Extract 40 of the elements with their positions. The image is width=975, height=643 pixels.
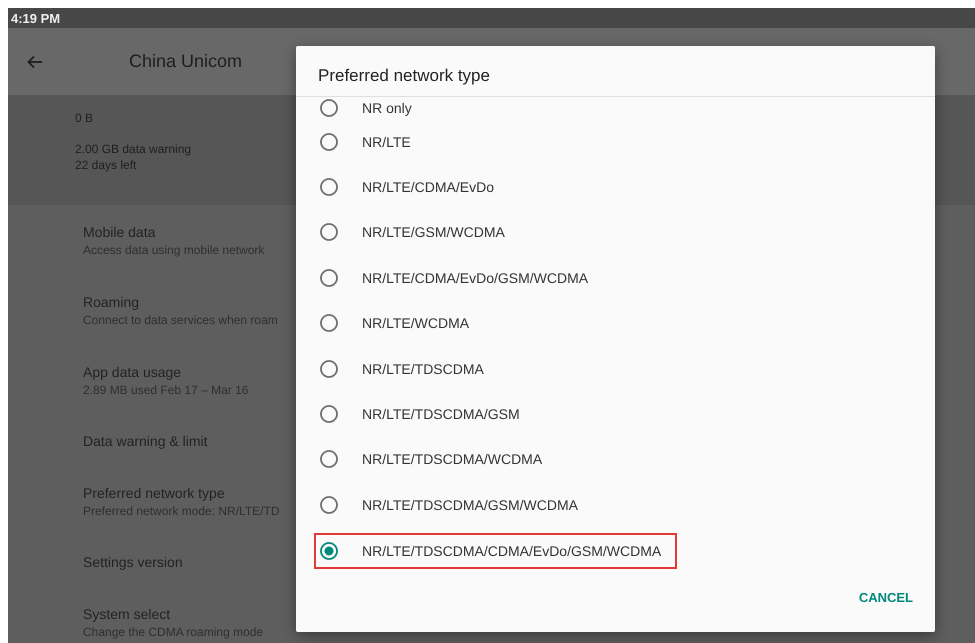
option-label: NR/LTE (362, 134, 411, 150)
network-option[interactable]: NR/LTE/TDSCDMA/GSM (314, 391, 536, 437)
radio-icon[interactable] (320, 223, 338, 242)
usage-amount: 0 B (75, 111, 94, 125)
option-label: NR/LTE/TDSCDMA/CDMA/EvDo/GSM/WCDMA (362, 542, 662, 559)
option-label: NR/LTE/TDSCDMA/GSM/WCDMA (362, 496, 578, 513)
radio-icon[interactable] (320, 360, 338, 378)
status-time: 4:19 PM (11, 10, 60, 26)
radio-icon[interactable] (320, 314, 338, 332)
network-option[interactable]: NR/LTE/GSM/WCDMA (314, 210, 521, 256)
network-option[interactable]: NR/LTE/TDSCDMA/GSM/WCDMA (314, 482, 594, 528)
option-label: NR/LTE/CDMA/EvDo/GSM/WCDMA (362, 270, 588, 286)
days-left: 22 days left (75, 158, 136, 172)
radio-icon[interactable] (320, 178, 338, 196)
network-option[interactable]: NR/LTE/TDSCDMA/CDMA/EvDo/GSM/WCDMA (314, 532, 678, 569)
screen-title: China Unicom (129, 51, 242, 72)
option-label: NR/LTE/TDSCDMA (362, 360, 484, 377)
option-label: NR/LTE/TDSCDMA/WCDMA (362, 451, 542, 468)
dialog-title: Preferred network type (318, 66, 490, 86)
radio-icon[interactable] (320, 99, 338, 117)
radio-icon[interactable] (320, 405, 338, 424)
option-label: NR/LTE/TDSCDMA/GSM (362, 406, 520, 422)
usage-warning: 2.00 GB data warning (75, 141, 192, 158)
network-option[interactable]: NR/LTE/TDSCDMA (314, 346, 500, 392)
radio-icon[interactable] (320, 450, 338, 468)
radio-icon[interactable] (320, 132, 338, 151)
radio-selected-icon[interactable] (320, 542, 338, 560)
network-option[interactable]: NR/LTE/CDMA/EvDo/GSM/WCDMA (314, 255, 604, 301)
radio-icon[interactable] (320, 268, 338, 287)
network-option[interactable]: NR/LTE/CDMA/EvDo (314, 164, 510, 210)
radio-icon[interactable] (320, 496, 338, 514)
cancel-button[interactable]: CANCEL (858, 584, 913, 611)
network-option[interactable]: NR/LTE (314, 119, 427, 164)
network-option[interactable]: NR only (314, 97, 428, 119)
option-label: NR only (362, 100, 412, 116)
network-option[interactable]: NR/LTE/WCDMA (314, 300, 486, 346)
option-label: NR/LTE/WCDMA (362, 315, 470, 332)
network-option[interactable]: NR/LTE/TDSCDMA/WCDMA (314, 436, 558, 482)
option-label: NR/LTE/CDMA/EvDo (362, 179, 494, 196)
option-label: NR/LTE/GSM/WCDMA (362, 224, 505, 240)
